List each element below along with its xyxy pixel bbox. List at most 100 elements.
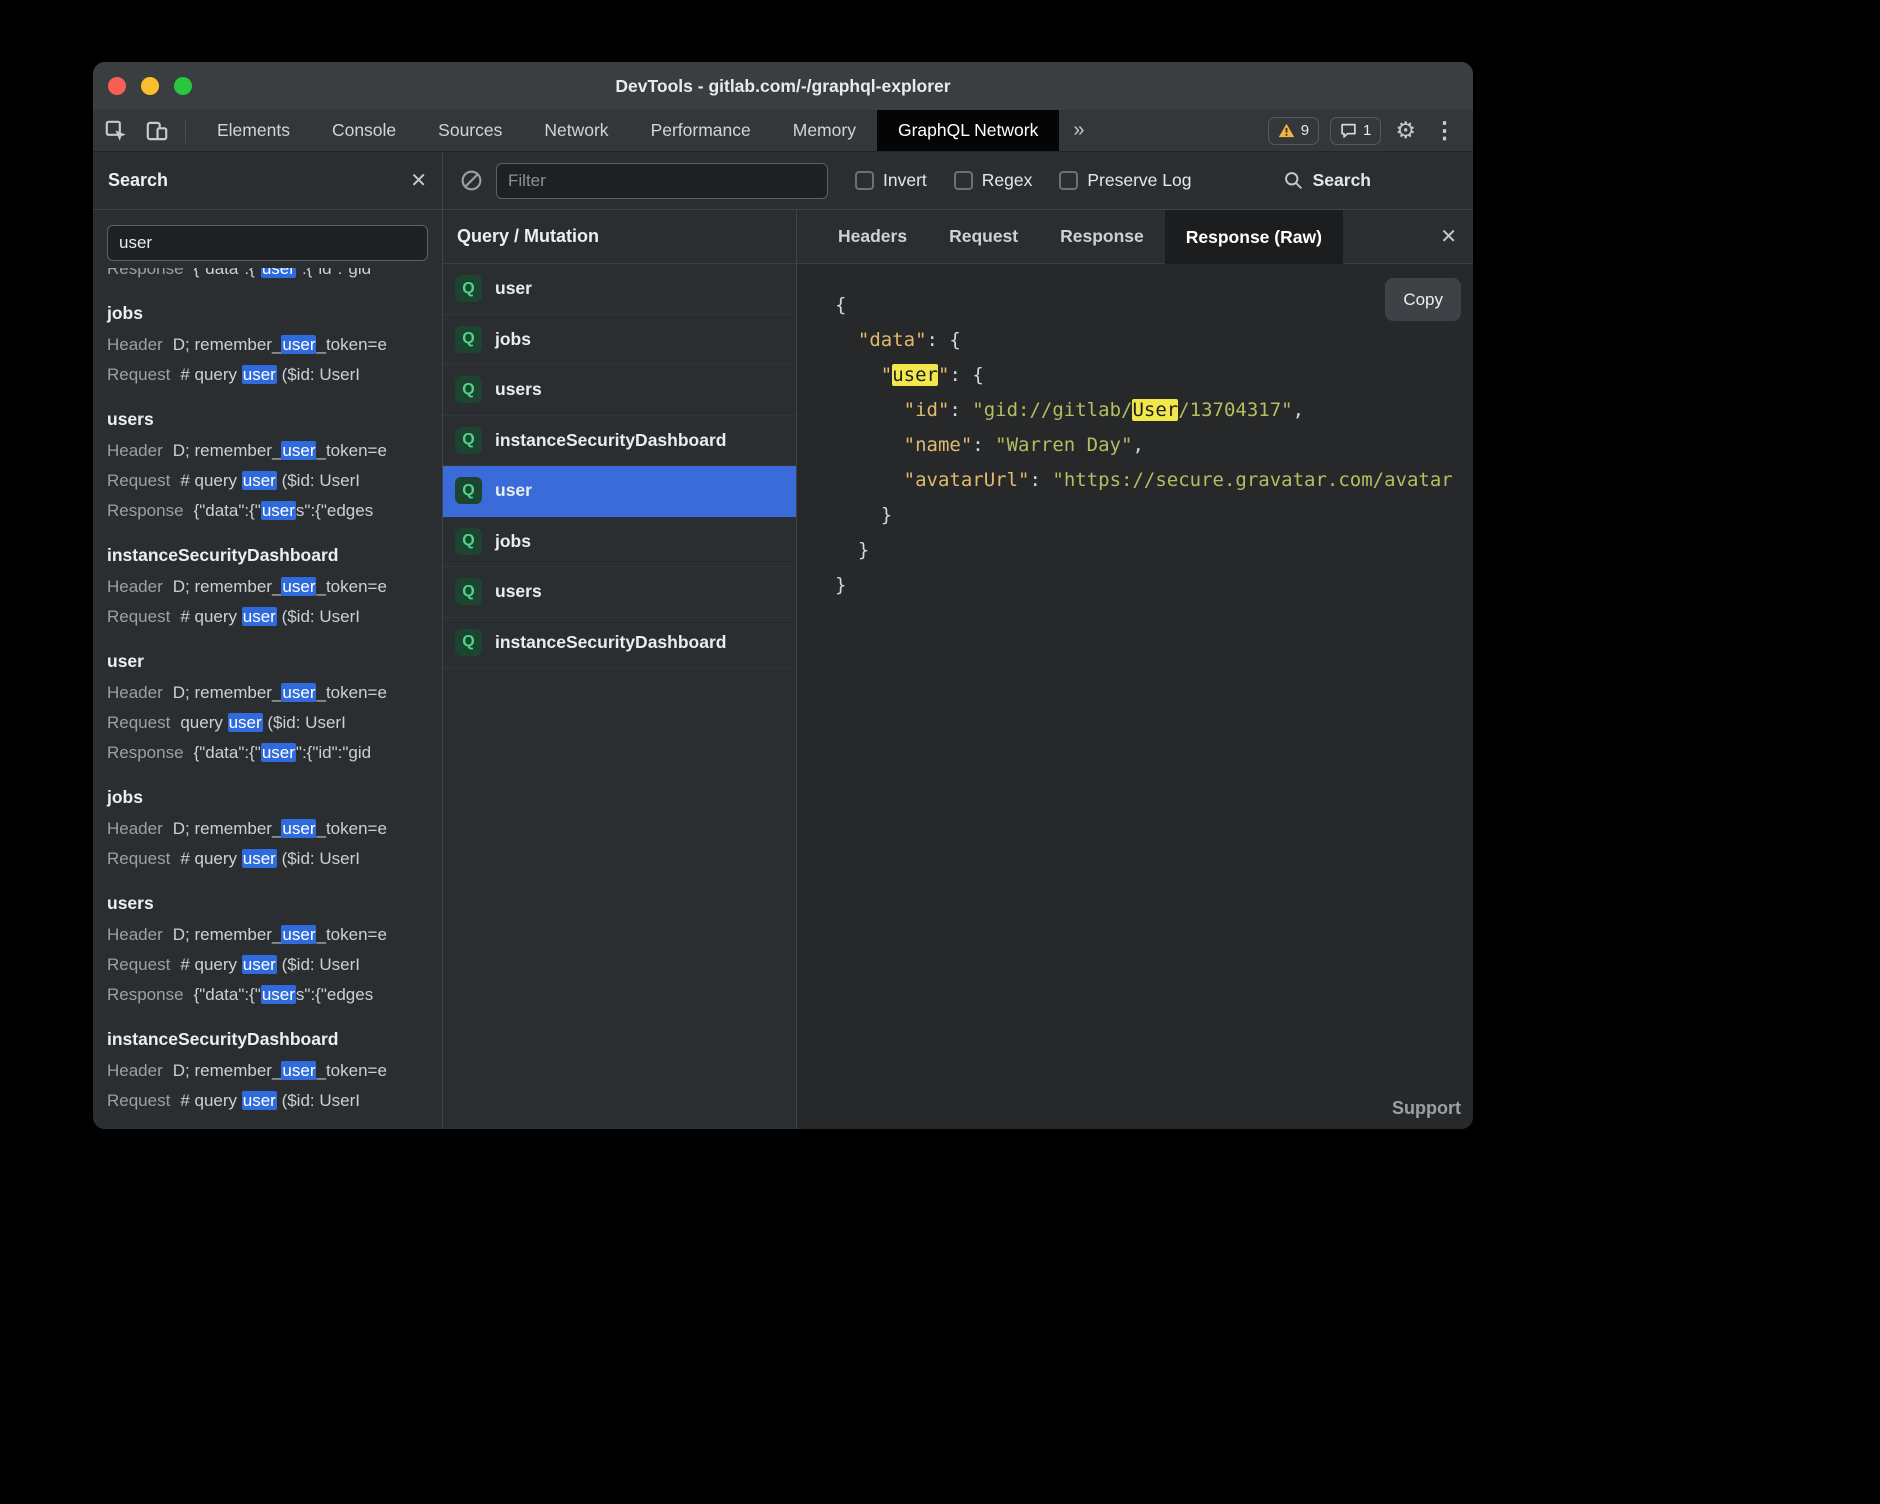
plain-text: _token=e xyxy=(316,925,386,944)
query-list-item[interactable]: Qusers xyxy=(443,567,796,618)
search-result-label: Header xyxy=(107,925,163,944)
search-result-line[interactable]: HeaderD; remember_user_token=e xyxy=(107,1056,428,1086)
query-list-item[interactable]: QinstanceSecurityDashboard xyxy=(443,618,796,669)
search-result-line[interactable]: Response{"data":{"user":{"id":"gid xyxy=(107,738,428,768)
query-list-item[interactable]: QinstanceSecurityDashboard xyxy=(443,416,796,467)
search-result-line[interactable]: Request# query user ($id: UserI xyxy=(107,360,428,390)
devtools-tab-performance[interactable]: Performance xyxy=(630,110,772,151)
query-type-badge: Q xyxy=(455,528,482,555)
plain-text: _token=e xyxy=(316,819,386,838)
search-result-label: Request xyxy=(107,713,170,732)
window-title: DevTools - gitlab.com/-/graphql-explorer xyxy=(93,62,1473,110)
checkbox-label: Preserve Log xyxy=(1087,170,1191,191)
search-result-line[interactable]: Response{"data":{"users":{"edges xyxy=(107,496,428,526)
issues-badge[interactable]: 1 xyxy=(1330,117,1381,145)
query-list-header: Query / Mutation xyxy=(443,210,796,264)
details-close-icon[interactable]: ✕ xyxy=(1440,224,1457,249)
issue-count: 1 xyxy=(1363,122,1371,139)
search-result-group-title[interactable]: users xyxy=(107,887,428,920)
search-result-line[interactable]: Request# query user ($id: UserI xyxy=(107,844,428,874)
plain-text: ($id: UserI xyxy=(277,365,360,384)
search-result-line[interactable]: Request# query user ($id: UserI xyxy=(107,950,428,980)
search-result-line[interactable]: Response{"data":{"user":{"id":"gid xyxy=(107,268,428,284)
query-list: QuserQjobsQusersQinstanceSecurityDashboa… xyxy=(443,264,796,1129)
search-result-line[interactable]: Request# query user ($id: UserI xyxy=(107,466,428,496)
tab-headers[interactable]: Headers xyxy=(817,210,928,263)
support-link[interactable]: Support xyxy=(1392,1098,1461,1119)
inspect-element-icon[interactable] xyxy=(103,118,129,144)
close-window-button[interactable] xyxy=(108,77,126,95)
tab-request[interactable]: Request xyxy=(928,210,1039,263)
titlebar: DevTools - gitlab.com/-/graphql-explorer xyxy=(93,62,1473,110)
search-result-line[interactable]: HeaderD; remember_user_token=e xyxy=(107,572,428,602)
search-result-line[interactable]: HeaderD; remember_user_token=e xyxy=(107,814,428,844)
plain-text: # query xyxy=(180,955,241,974)
devtools-tab-network[interactable]: Network xyxy=(523,110,629,151)
devtools-tab-graphql-network[interactable]: GraphQL Network xyxy=(877,110,1059,151)
details-tab-strip: HeadersRequestResponseResponse (Raw) xyxy=(817,210,1343,263)
search-result-line[interactable]: HeaderD; remember_user_token=e xyxy=(107,678,428,708)
search-result-line[interactable]: Request# query user ($id: UserI xyxy=(107,602,428,632)
tab-response-raw[interactable]: Response (Raw) xyxy=(1165,210,1343,264)
devtools-tab-elements[interactable]: Elements xyxy=(196,110,311,151)
match-highlight: user xyxy=(242,471,277,490)
plain-text: D; remember_ xyxy=(173,683,282,702)
copy-button[interactable]: Copy xyxy=(1385,278,1461,321)
plain-text: _token=e xyxy=(316,1061,386,1080)
filter-checkbox-preserve-log[interactable]: Preserve Log xyxy=(1059,170,1191,191)
search-result-group-title[interactable]: users xyxy=(107,403,428,436)
search-result-line[interactable]: HeaderD; remember_user_token=e xyxy=(107,330,428,360)
match-highlight: user xyxy=(281,819,316,838)
filter-checkbox-regex[interactable]: Regex xyxy=(954,170,1033,191)
plain-text: ($id: UserI xyxy=(277,471,360,490)
search-result-line[interactable]: HeaderD; remember_user_token=e xyxy=(107,436,428,466)
devtools-tab-sources[interactable]: Sources xyxy=(417,110,523,151)
filter-search-button[interactable]: Search xyxy=(1283,170,1371,191)
search-result-group-title[interactable]: jobs xyxy=(107,781,428,814)
kebab-menu-icon[interactable]: ⋮ xyxy=(1430,119,1459,142)
search-result-line[interactable]: Request# query user ($id: UserI xyxy=(107,1086,428,1116)
search-result-group-title[interactable]: user xyxy=(107,645,428,678)
devtools-tab-console[interactable]: Console xyxy=(311,110,417,151)
search-result-line[interactable]: Requestquery user ($id: UserI xyxy=(107,708,428,738)
query-list-item[interactable]: Quser xyxy=(443,264,796,315)
more-tabs-chevron[interactable]: » xyxy=(1059,110,1098,151)
search-icon xyxy=(1283,170,1304,191)
search-result-line[interactable]: HeaderD; remember_user_token=e xyxy=(107,920,428,950)
search-result-label: Request xyxy=(107,955,170,974)
device-toolbar-icon[interactable] xyxy=(144,118,170,144)
devtools-tab-strip: ElementsConsoleSourcesNetworkPerformance… xyxy=(196,110,1059,151)
plain-text: {"data":{" xyxy=(194,985,261,1004)
search-result-group: instanceSecurityDashboardHeaderD; rememb… xyxy=(107,539,428,632)
query-list-item[interactable]: Quser xyxy=(443,466,796,517)
search-panel-title: Search xyxy=(108,170,168,191)
devtools-tab-memory[interactable]: Memory xyxy=(772,110,877,151)
search-result-text: {"data":{"user":{"id":"gid xyxy=(194,268,372,278)
tab-response[interactable]: Response xyxy=(1039,210,1165,263)
search-result-text: D; remember_user_token=e xyxy=(173,1061,387,1080)
query-list-item-label: user xyxy=(495,278,532,299)
minimize-window-button[interactable] xyxy=(141,77,159,95)
filter-input[interactable] xyxy=(496,163,828,199)
search-result-group-title[interactable]: jobs xyxy=(107,297,428,330)
block-requests-icon[interactable] xyxy=(459,168,484,193)
search-input[interactable] xyxy=(107,225,428,261)
settings-gear-icon[interactable]: ⚙ xyxy=(1392,119,1419,142)
search-result-group-title[interactable]: instanceSecurityDashboard xyxy=(107,1023,428,1056)
checkbox-label: Regex xyxy=(982,170,1033,191)
query-list-item[interactable]: Qjobs xyxy=(443,517,796,568)
plain-text: _token=e xyxy=(316,441,386,460)
checkbox-icon xyxy=(954,171,973,190)
search-result-group-title[interactable]: instanceSecurityDashboard xyxy=(107,539,428,572)
query-list-item[interactable]: Qjobs xyxy=(443,315,796,366)
search-panel-close-icon[interactable]: ✕ xyxy=(410,168,427,193)
filter-checkbox-invert[interactable]: Invert xyxy=(855,170,927,191)
plain-text: D; remember_ xyxy=(173,335,282,354)
search-result-line[interactable]: Response{"data":{"users":{"edges xyxy=(107,980,428,1010)
plain-text: {"data":{" xyxy=(194,501,261,520)
zoom-window-button[interactable] xyxy=(174,77,192,95)
plain-text: D; remember_ xyxy=(173,441,282,460)
search-result-text: D; remember_user_token=e xyxy=(173,441,387,460)
warnings-badge[interactable]: 9 xyxy=(1268,117,1319,145)
query-list-item[interactable]: Qusers xyxy=(443,365,796,416)
